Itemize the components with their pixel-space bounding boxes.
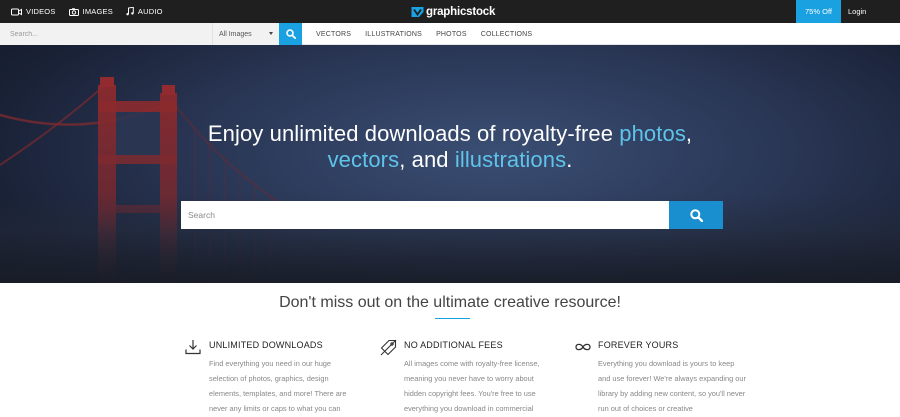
audio-label: AUDIO bbox=[137, 7, 163, 16]
hero-title-photos: photos bbox=[619, 121, 686, 146]
search-icon bbox=[285, 29, 296, 39]
hero-title-text: , bbox=[685, 121, 693, 146]
feature-text: Everything you download is yours to keep… bbox=[598, 359, 746, 413]
nav-collections[interactable]: COLLECTIONS bbox=[481, 31, 533, 38]
image-type-selected: All Images bbox=[219, 30, 252, 38]
feature-text: Find everything you need in our huge sel… bbox=[209, 359, 347, 413]
discount-promo-button[interactable]: 75% Off bbox=[796, 0, 841, 23]
hero-title-text: Enjoy unlimited downloads of royalty-fre… bbox=[207, 121, 620, 146]
video-camera-icon bbox=[11, 8, 22, 15]
infinity-icon bbox=[575, 343, 591, 351]
hero-search-button[interactable] bbox=[669, 201, 723, 229]
tagline-divider bbox=[435, 318, 470, 319]
login-link[interactable]: Login bbox=[848, 0, 866, 23]
hero-title-text: , and bbox=[399, 147, 455, 172]
feature-text: All images come with royalty-free licens… bbox=[404, 359, 540, 413]
feature-title: UNLIMITED DOWNLOADS bbox=[209, 340, 323, 350]
top-bar: VIDEOS IMAGES AUDIO graphicstock 75% Off bbox=[0, 0, 900, 23]
site-logo[interactable]: graphicstock bbox=[411, 4, 495, 19]
logo-text: graphicstock bbox=[426, 5, 496, 18]
nav-photos[interactable]: PHOTOS bbox=[436, 31, 467, 38]
hero-title-vectors: vectors bbox=[327, 147, 400, 172]
feature-title: FOREVER YOURS bbox=[598, 340, 679, 350]
music-note-icon bbox=[126, 7, 134, 16]
search-nav-bar: All Images VECTORS ILLUSTRATIONS PHOTOS … bbox=[0, 23, 900, 45]
download-icon bbox=[185, 340, 201, 355]
camera-icon bbox=[68, 7, 79, 16]
image-type-select[interactable]: All Images bbox=[212, 23, 279, 45]
nav-illustrations[interactable]: ILLUSTRATIONS bbox=[365, 31, 422, 38]
nav-vectors[interactable]: VECTORS bbox=[316, 31, 351, 38]
media-type-links: VIDEOS IMAGES AUDIO bbox=[11, 0, 176, 23]
hero-title-illustrations: illustrations bbox=[454, 147, 567, 172]
search-icon bbox=[689, 208, 703, 222]
hero-search-input[interactable] bbox=[181, 201, 669, 229]
hero-title: Enjoy unlimited downloads of royalty-fre… bbox=[150, 121, 750, 173]
images-link[interactable]: IMAGES bbox=[68, 7, 113, 16]
hero-title-text: . bbox=[566, 147, 573, 172]
chevron-down-icon bbox=[269, 32, 273, 35]
logo-mark-icon bbox=[411, 6, 424, 17]
tagline: Don't miss out on the ultimate creative … bbox=[279, 294, 621, 311]
category-nav: VECTORS ILLUSTRATIONS PHOTOS COLLECTIONS bbox=[316, 23, 546, 45]
feature-title: NO ADDITIONAL FEES bbox=[404, 340, 503, 350]
audio-link[interactable]: AUDIO bbox=[126, 7, 163, 16]
videos-link[interactable]: VIDEOS bbox=[11, 7, 56, 16]
header-search-button[interactable] bbox=[279, 23, 302, 45]
hero-banner: Enjoy unlimited downloads of royalty-fre… bbox=[0, 45, 900, 283]
images-label: IMAGES bbox=[82, 7, 113, 16]
header-search-input[interactable] bbox=[0, 23, 212, 45]
videos-label: VIDEOS bbox=[26, 7, 56, 16]
no-fee-tag-icon bbox=[380, 339, 397, 356]
